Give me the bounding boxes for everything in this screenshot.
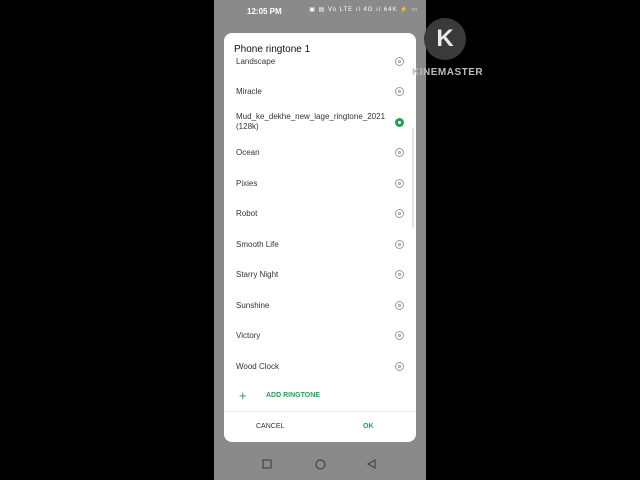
add-ringtone-label: ADD RINGTONE [266,392,320,399]
list-scrollbar[interactable] [412,128,414,228]
ringtone-label: Ocean [236,148,260,157]
circle-icon[interactable] [315,459,326,473]
kinemaster-watermark: K KINEMASTER [412,18,483,80]
radio-button-icon[interactable] [395,240,404,249]
radio-button-icon[interactable] [395,148,404,157]
status-icons: ▣ ▤ Vo LTE ıl 4G ıl 64K ⚡ ▭ [309,7,418,13]
navigation-bar [214,452,426,480]
radio-button-icon[interactable] [395,331,404,340]
cancel-button[interactable]: CANCEL [256,423,284,430]
ringtone-label: Starry Night [236,270,279,279]
radio-button-icon[interactable] [395,57,404,66]
ringtone-label: Mud_ke_dekhe_new_lage_ringtone_2021(128k… [236,112,386,131]
ringtone-label: Robot [236,209,258,218]
status-time: 12:05 PM [247,7,282,16]
ok-button[interactable]: OK [363,423,374,430]
phone-screen: 12:05 PM ▣ ▤ Vo LTE ıl 4G ıl 64K ⚡ ▭ Pho… [214,0,426,480]
radio-button-selected-icon[interactable] [395,118,404,127]
ringtone-label: Landscape [236,57,276,66]
radio-button-icon[interactable] [395,301,404,310]
plus-icon: + [239,388,247,403]
ringtone-label: Victory [236,331,261,340]
ringtone-dialog: Phone ringtone 1 Landscape Miracle Mud_k… [224,33,416,442]
radio-button-icon[interactable] [395,179,404,188]
ringtone-label: Pixies [236,179,258,188]
divider [224,411,416,412]
radio-button-icon[interactable] [395,209,404,218]
radio-button-icon[interactable] [395,87,404,96]
status-bar: 12:05 PM ▣ ▤ Vo LTE ıl 4G ıl 64K ⚡ ▭ [214,0,426,24]
radio-button-icon[interactable] [395,270,404,279]
ringtone-label: Sunshine [236,301,270,310]
ringtone-label: Wood Clock [236,362,279,371]
ringtone-list[interactable]: Landscape Miracle Mud_ke_dekhe_new_lage_… [224,57,416,411]
ringtone-label: Miracle [236,87,262,96]
square-icon[interactable] [262,459,272,472]
ringtone-label: Smooth Life [236,240,279,249]
triangle-back-icon[interactable] [366,458,377,472]
add-ringtone-button[interactable]: + ADD RINGTONE [224,388,416,404]
kinemaster-text: KINEMASTER [412,67,484,78]
dialog-title: Phone ringtone 1 [234,44,311,55]
kinemaster-logo-icon: K [424,18,466,60]
radio-button-icon[interactable] [395,362,404,371]
